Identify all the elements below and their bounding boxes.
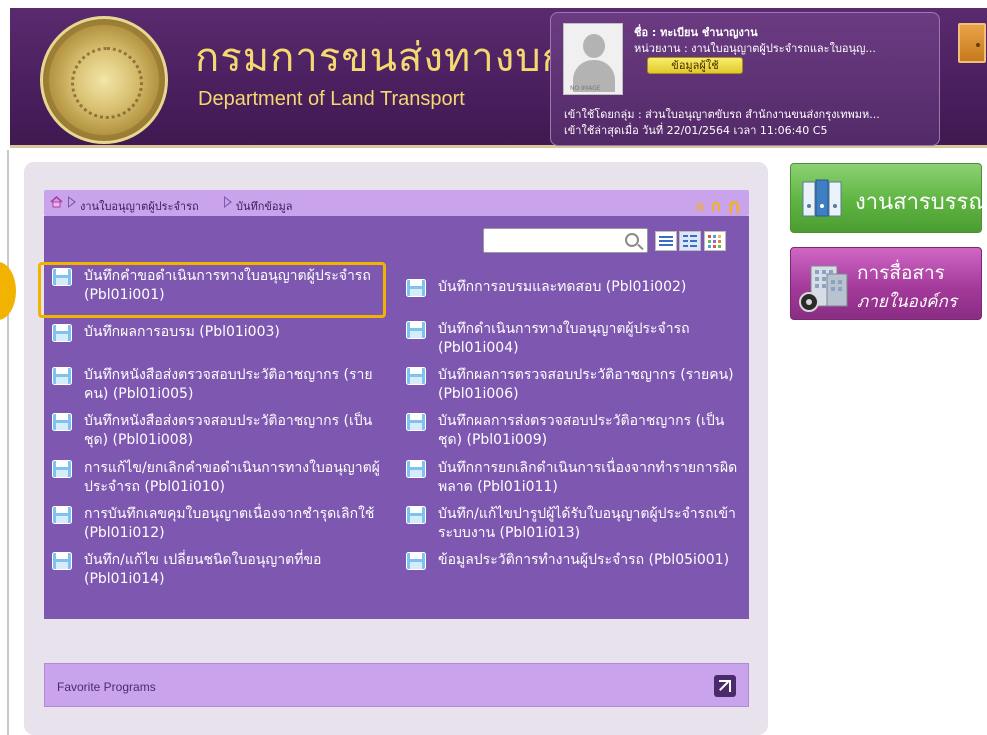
search-field[interactable] xyxy=(483,228,648,253)
favorite-programs-label: Favorite Programs xyxy=(57,680,156,694)
program-item[interactable]: บันทึกผลการส่งตรวจสอบประวัติอาชญากร (เป็… xyxy=(406,412,746,450)
breadcrumb-item-license-work[interactable]: งานใบอนุญาตผู้ประจำรถ xyxy=(80,197,199,215)
floppy-disk-icon xyxy=(406,279,426,297)
program-item[interactable]: บันทึกดำเนินการทางใบอนุญาตผู้ประจำรถ (Pb… xyxy=(406,320,746,358)
breadcrumb-separator-icon xyxy=(224,196,232,208)
floppy-disk-icon xyxy=(52,460,72,478)
program-item[interactable]: บันทึกหนังสือส่งตรวจสอบประวัติอาชญากร (ร… xyxy=(52,366,392,404)
program-item[interactable]: บันทึกผลการอบรม (Pbl01i003) xyxy=(52,323,392,342)
favorite-programs-bar: Favorite Programs xyxy=(44,663,749,707)
breadcrumb-item-record-data[interactable]: บันทึกข้อมูล xyxy=(236,197,293,215)
open-external-icon[interactable] xyxy=(714,675,736,697)
floppy-disk-icon xyxy=(52,268,72,286)
user-unit: หน่วยงาน : งานใบอนุญาตผู้ประจำรถและใบอนุ… xyxy=(634,42,876,55)
home-icon[interactable] xyxy=(50,196,63,208)
floppy-disk-icon xyxy=(406,506,426,524)
program-item[interactable]: การบันทึกเลขคุมใบอนุญาตเนื่องจากชำรุดเลิ… xyxy=(52,505,392,543)
program-label: การบันทึกเลขคุมใบอนุญาตเนื่องจากชำรุดเลิ… xyxy=(84,506,375,541)
program-item[interactable]: บันทึกหนังสือส่งตรวจสอบประวัติอาชญากร (เ… xyxy=(52,412,392,450)
last-login: เข้าใช้ล่าสุดเมื่อ วันที่ 22/01/2564 เวล… xyxy=(564,124,828,137)
program-label: บันทึกผลการอบรม (Pbl01i003) xyxy=(84,324,280,340)
program-item[interactable]: บันทึก/แก้ไข เปลี่ยนชนิดใบอนุญาตที่ขอ (P… xyxy=(52,551,392,589)
logout-door-icon[interactable] xyxy=(958,23,986,63)
program-label: บันทึกผลการตรวจสอบประวัติอาชญากร (รายคน)… xyxy=(438,367,734,402)
program-item[interactable]: บันทึก/แก้ไขปารูปผู้ได้รับใบอนุญาตผู้ประ… xyxy=(406,505,746,543)
office-building-icon xyxy=(799,265,848,312)
avatar: NO IMAGE xyxy=(563,23,623,95)
list-view-button[interactable] xyxy=(655,231,677,251)
font-size-small-button[interactable]: ก xyxy=(696,196,704,217)
left-divider xyxy=(7,150,9,735)
floppy-disk-icon xyxy=(406,321,426,339)
program-item[interactable]: ข้อมูลประวัติการทำงานผู้ประจำรถ (Pbl05i0… xyxy=(406,551,746,570)
floppy-disk-icon xyxy=(52,552,72,570)
avatar-placeholder-text: NO IMAGE xyxy=(570,85,601,92)
search-icon[interactable] xyxy=(625,233,639,247)
grid-view-button[interactable] xyxy=(704,231,726,251)
page: กรมการขนส่งทางบก Department of Land Tran… xyxy=(0,0,987,735)
program-label: บันทึกการยกเลิกดำเนินการเนื่องจากทำรายกา… xyxy=(438,460,738,495)
org-name-english: Department of Land Transport xyxy=(198,88,465,110)
floppy-disk-icon xyxy=(52,506,72,524)
program-label: บันทึกคำขอดำเนินการทางใบอนุญาตผู้ประจำรถ… xyxy=(84,268,371,303)
archive-label: งานสารบรรณ xyxy=(855,190,987,215)
program-item[interactable]: บันทึกการยกเลิกดำเนินการเนื่องจากทำรายกา… xyxy=(406,459,746,497)
floppy-disk-icon xyxy=(52,324,72,342)
program-list-panel: บันทึกคำขอดำเนินการทางใบอนุญาตผู้ประจำรถ… xyxy=(44,216,749,619)
program-label: บันทึกหนังสือส่งตรวจสอบประวัติอาชญากร (ร… xyxy=(84,367,373,402)
program-item[interactable]: บันทึกการอบรมและทดสอบ (Pbl01i002) xyxy=(406,278,746,297)
program-label: การแก้ไข/ยกเลิกคำขอดำเนินการทางใบอนุญาตผ… xyxy=(84,460,380,495)
binder-icon xyxy=(802,179,842,217)
step-marker xyxy=(0,262,16,320)
floppy-disk-icon xyxy=(406,367,426,385)
program-label: ข้อมูลประวัติการทำงานผู้ประจำรถ (Pbl05i0… xyxy=(438,552,730,568)
program-item[interactable]: บันทึกคำขอดำเนินการทางใบอนุญาตผู้ประจำรถ… xyxy=(52,267,392,305)
dlt-seal-logo xyxy=(40,16,168,144)
program-label: บันทึก/แก้ไขปารูปผู้ได้รับใบอนุญาตผู้ประ… xyxy=(438,506,736,541)
program-label: บันทึกดำเนินการทางใบอนุญาตผู้ประจำรถ (Pb… xyxy=(438,321,690,356)
user-info-panel: NO IMAGE ชื่อ : ทะเบียน ชำนาญงาน หน่วยงา… xyxy=(550,12,940,146)
header: กรมการขนส่งทางบก Department of Land Tran… xyxy=(10,8,987,148)
floppy-disk-icon xyxy=(52,413,72,431)
breadcrumb: งานใบอนุญาตผู้ประจำรถ บันทึกข้อมูล ก ก ก xyxy=(44,190,749,218)
program-item[interactable]: บันทึกผลการตรวจสอบประวัติอาชญากร (รายคน)… xyxy=(406,366,746,404)
internal-communication-button[interactable]: การสื่อสาร ภายในองค์กร xyxy=(790,247,982,320)
program-label: บันทึก/แก้ไข เปลี่ยนชนิดใบอนุญาตที่ขอ (P… xyxy=(84,552,322,587)
floppy-disk-icon xyxy=(406,552,426,570)
breadcrumb-separator-icon xyxy=(68,196,76,208)
search-input[interactable] xyxy=(488,232,616,250)
program-label: บันทึกการอบรมและทดสอบ (Pbl01i002) xyxy=(438,279,687,295)
communication-label-line2: ภายในองค์กร xyxy=(857,292,957,312)
program-label: บันทึกหนังสือส่งตรวจสอบประวัติอาชญากร (เ… xyxy=(84,413,373,448)
floppy-disk-icon xyxy=(406,413,426,431)
detail-view-button[interactable] xyxy=(679,231,701,251)
floppy-disk-icon xyxy=(52,367,72,385)
program-label: บันทึกผลการส่งตรวจสอบประวัติอาชญากร (เป็… xyxy=(438,413,725,448)
archive-button[interactable]: งานสารบรรณ xyxy=(790,163,987,233)
program-item[interactable]: การแก้ไข/ยกเลิกคำขอดำเนินการทางใบอนุญาตผ… xyxy=(52,459,392,497)
floppy-disk-icon xyxy=(406,460,426,478)
user-info-button[interactable]: ข้อมูลผู้ใช้ xyxy=(647,57,743,74)
communication-label-line1: การสื่อสาร xyxy=(857,262,945,284)
org-name-thai: กรมการขนส่งทางบก xyxy=(195,35,567,81)
